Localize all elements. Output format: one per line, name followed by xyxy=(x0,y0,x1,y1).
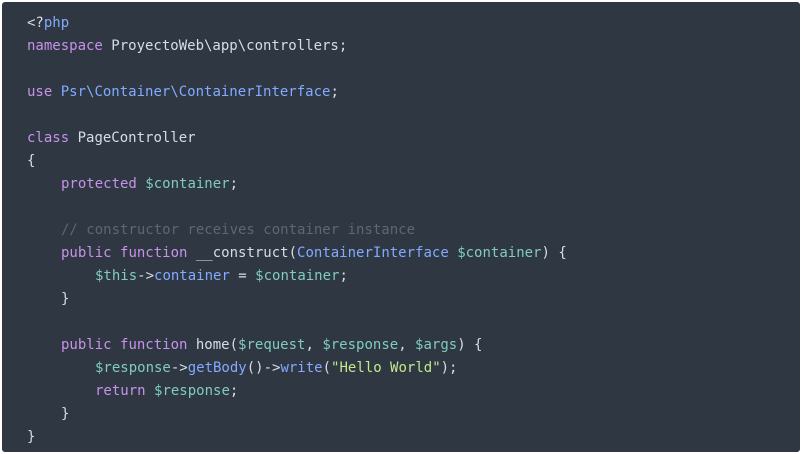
code-content: <?php namespace ProyectoWeb\app\controlle… xyxy=(27,12,800,449)
code-token-var: $response xyxy=(322,337,399,353)
code-token-type: getBody xyxy=(187,360,247,376)
code-line: protected $container; xyxy=(27,173,800,196)
code-token-plain: ; xyxy=(229,383,239,399)
code-token-keyword: function xyxy=(120,245,188,261)
code-token-plain: ; xyxy=(229,176,239,192)
code-token-string: "Hello World" xyxy=(331,360,441,376)
code-token-keyword: public xyxy=(61,337,112,353)
code-token-plain: ) { xyxy=(541,245,567,261)
code-line: } xyxy=(27,288,800,311)
code-line: return $response; xyxy=(27,380,800,403)
code-token-plain: <? xyxy=(27,15,44,31)
code-token-type: write xyxy=(280,360,323,376)
code-line: $response->getBody()->write("Hello World… xyxy=(27,357,800,380)
code-line: public function __construct(ContainerInt… xyxy=(27,242,800,265)
code-token-plain: home( xyxy=(187,337,239,353)
code-line: <?php xyxy=(27,12,800,35)
code-token-plain: ; xyxy=(330,84,339,100)
code-line: use Psr\Container\ContainerInterface; xyxy=(27,81,800,104)
code-line: // constructor receives container instan… xyxy=(27,219,800,242)
code-token-keyword: namespace xyxy=(27,38,103,54)
code-token-plain: = xyxy=(229,268,256,284)
code-token-var: $request xyxy=(238,337,306,353)
code-line: { xyxy=(27,150,800,173)
code-token-plain: , xyxy=(305,337,323,353)
code-token-var: $this xyxy=(95,268,138,284)
code-token-comment: // constructor receives container instan… xyxy=(61,222,416,238)
code-block: <?php namespace ProyectoWeb\app\controlle… xyxy=(2,2,800,452)
code-token-var: $response xyxy=(95,360,171,376)
code-token-keyword: function xyxy=(120,337,188,353)
code-token-type: ContainerInterface xyxy=(297,245,449,261)
code-token-plain: } xyxy=(61,406,70,422)
code-line: namespace ProyectoWeb\app\controllers; xyxy=(27,35,800,58)
code-token-plain: { xyxy=(27,153,36,169)
code-token-keyword: public xyxy=(61,245,112,261)
code-token-var: $container xyxy=(255,268,340,284)
code-token-type: Psr\Container\ContainerInterface xyxy=(60,84,331,100)
code-token-plain: ; xyxy=(339,268,348,284)
code-line: class PageController xyxy=(27,127,800,150)
code-token-plain: ) { xyxy=(457,337,483,353)
code-token-plain: -> xyxy=(137,268,155,284)
code-token-type: container xyxy=(154,268,230,284)
code-token-plain: } xyxy=(27,429,36,445)
code-line: } xyxy=(27,403,800,426)
code-token-plain: -> xyxy=(170,360,188,376)
code-line: $this->container = $container; xyxy=(27,265,800,288)
code-line: } xyxy=(27,426,800,449)
code-token-plain: ()-> xyxy=(246,360,281,376)
code-token-plain: ( xyxy=(322,360,332,376)
code-token-keyword: use xyxy=(27,84,53,100)
code-token-keyword: return xyxy=(95,383,146,399)
code-token-plain: PageController xyxy=(69,130,196,146)
code-token-var: $container xyxy=(145,176,230,192)
code-token-var: $container xyxy=(457,245,542,261)
code-token-plain: } xyxy=(61,291,70,307)
code-token-var: $response xyxy=(154,383,230,399)
code-token-plain: __construct( xyxy=(187,245,298,261)
code-token-plain: ); xyxy=(440,360,458,376)
code-token-keyword: class xyxy=(27,130,70,146)
code-token-type: php xyxy=(43,15,70,31)
code-line: public function home($request, $response… xyxy=(27,334,800,357)
code-token-keyword: protected xyxy=(61,176,137,192)
code-token-plain: , xyxy=(398,337,416,353)
code-token-plain: ProyectoWeb\app\controllers; xyxy=(102,38,348,54)
code-token-var: $args xyxy=(415,337,458,353)
